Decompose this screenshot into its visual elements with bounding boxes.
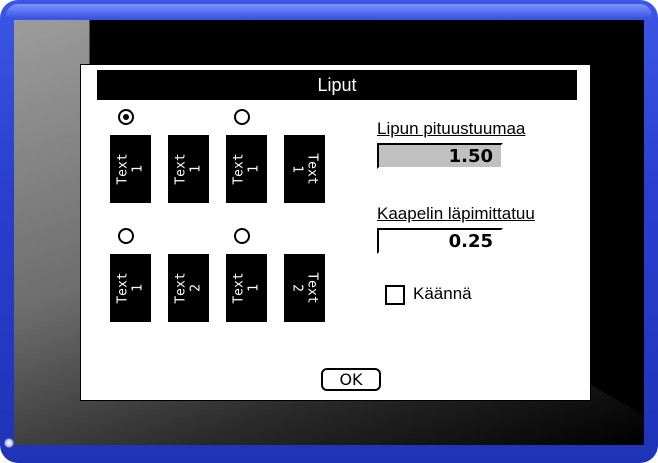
flag-length-field[interactable]: 1.50 <box>377 143 503 169</box>
flags-dialog: Liput Text 1 Text 1 Text 1 Text 1 Text 1… <box>80 64 591 401</box>
flag-preview-3b: Text 2 <box>167 253 210 323</box>
flag-style-radio-3[interactable] <box>118 228 134 244</box>
ok-button[interactable]: OK <box>321 368 381 391</box>
flag-style-radio-4[interactable] <box>234 228 250 244</box>
flag-preview-2b: Text 1 <box>283 134 326 204</box>
dialog-title: Liput <box>97 70 577 100</box>
bezel-highlight <box>6 4 652 18</box>
flag-preview-4a: Text 1 <box>225 253 268 323</box>
flag-length-label: Lipun pituustuumaa <box>377 119 526 138</box>
reverse-checkbox[interactable] <box>385 285 405 305</box>
power-led <box>4 438 14 448</box>
reverse-label: Käännä <box>413 284 472 303</box>
flag-preview-1b: Text 1 <box>167 134 210 204</box>
flag-preview-1a: Text 1 <box>109 134 152 204</box>
flag-style-radio-2[interactable] <box>234 109 250 125</box>
flag-preview-2a: Text 1 <box>225 134 268 204</box>
cable-diameter-field[interactable]: 0.25 <box>377 228 503 254</box>
flag-style-radio-1[interactable] <box>118 109 134 125</box>
flag-preview-3a: Text 1 <box>109 253 152 323</box>
device-screen: Liput Text 1 Text 1 Text 1 Text 1 Text 1… <box>14 20 644 445</box>
device-bezel: Liput Text 1 Text 1 Text 1 Text 1 Text 1… <box>0 0 658 463</box>
flag-preview-4b: Text 2 <box>283 253 326 323</box>
cable-diameter-label: Kaapelin läpimittatuu <box>377 204 535 223</box>
radio-selected-dot <box>123 114 129 120</box>
